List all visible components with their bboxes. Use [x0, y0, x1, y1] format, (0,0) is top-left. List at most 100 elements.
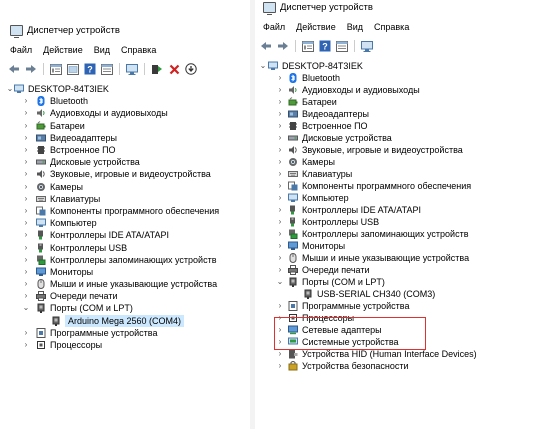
back-icon[interactable]	[259, 39, 273, 53]
menu-view[interactable]: Вид	[347, 22, 363, 32]
chevron-right-icon[interactable]: ›	[276, 144, 284, 156]
chevron-right-icon[interactable]: ›	[276, 300, 284, 312]
menu-file[interactable]: Файл	[10, 45, 32, 55]
tree-category-item[interactable]: ⌄ Порты (COM и LPT)	[0, 302, 250, 314]
chevron-right-icon[interactable]: ›	[22, 168, 30, 180]
tree-root-computer[interactable]: ⌄ DESKTOP-84T3IEK	[255, 60, 550, 72]
properties-view-icon[interactable]	[301, 39, 315, 53]
tree-category-item[interactable]: › Батареи	[255, 96, 550, 108]
chevron-right-icon[interactable]: ›	[276, 216, 284, 228]
menu-file[interactable]: Файл	[263, 22, 285, 32]
tree-category-item[interactable]: › Bluetooth	[0, 95, 250, 107]
chevron-right-icon[interactable]: ›	[276, 168, 284, 180]
tree-category-item[interactable]: › Дисковые устройства	[255, 132, 550, 144]
tree-category-item[interactable]: › Камеры	[0, 181, 250, 193]
tree-category-item[interactable]: › Встроенное ПО	[255, 120, 550, 132]
tree-category-item[interactable]: › Компоненты программного обеспечения	[0, 205, 250, 217]
help-icon[interactable]: ?	[83, 62, 97, 76]
chevron-right-icon[interactable]: ›	[276, 180, 284, 192]
chevron-right-icon[interactable]: ›	[276, 120, 284, 132]
tree-category-item[interactable]: › Контроллеры USB	[255, 216, 550, 228]
chevron-right-icon[interactable]: ›	[22, 205, 30, 217]
scan-hardware-icon[interactable]	[125, 62, 139, 76]
tree-category-item[interactable]: › Очереди печати	[255, 264, 550, 276]
tree-category-item[interactable]: › Звуковые, игровые и видеоустройства	[255, 144, 550, 156]
tree-category-item[interactable]: › Программные устройства	[255, 300, 550, 312]
chevron-right-icon[interactable]: ›	[22, 290, 30, 302]
chevron-right-icon[interactable]: ›	[276, 204, 284, 216]
menu-action[interactable]: Действие	[43, 45, 83, 55]
chevron-right-icon[interactable]: ›	[22, 144, 30, 156]
chevron-right-icon[interactable]: ›	[22, 156, 30, 168]
chevron-right-icon[interactable]: ›	[22, 229, 30, 241]
chevron-right-icon[interactable]: ›	[22, 95, 30, 107]
tree-category-item[interactable]: › Дисковые устройства	[0, 156, 250, 168]
list-view-icon[interactable]	[66, 62, 80, 76]
forward-icon[interactable]	[276, 39, 290, 53]
tree-category-item[interactable]: › Клавиатуры	[0, 193, 250, 205]
chevron-right-icon[interactable]: ›	[276, 360, 284, 372]
chevron-right-icon[interactable]: ›	[22, 254, 30, 266]
tree-device-item[interactable]: USB-SERIAL CH340 (COM3)	[255, 288, 550, 300]
tree-category-item[interactable]: › Контроллеры запоминающих устройств	[255, 228, 550, 240]
tree-root-computer[interactable]: ⌄ DESKTOP-84T3IEK	[0, 83, 250, 95]
tree-category-item[interactable]: › Устройства безопасности	[255, 360, 550, 372]
chevron-right-icon[interactable]: ›	[276, 240, 284, 252]
tree-category-item[interactable]: › Контроллеры USB	[0, 241, 250, 253]
resources-view-icon[interactable]	[100, 62, 114, 76]
chevron-right-icon[interactable]: ›	[22, 132, 30, 144]
tree-category-item[interactable]: › Клавиатуры	[255, 168, 550, 180]
menu-view[interactable]: Вид	[94, 45, 110, 55]
chevron-right-icon[interactable]: ›	[22, 120, 30, 132]
menu-action[interactable]: Действие	[296, 22, 336, 32]
tree-category-item[interactable]: › Контроллеры IDE ATA/ATAPI	[255, 204, 550, 216]
tree-category-item[interactable]: › Компоненты программного обеспечения	[255, 180, 550, 192]
chevron-right-icon[interactable]: ›	[276, 228, 284, 240]
scan-hardware-icon[interactable]	[360, 39, 374, 53]
chevron-down-icon[interactable]: ⌄	[22, 302, 30, 314]
chevron-right-icon[interactable]: ›	[22, 266, 30, 278]
chevron-right-icon[interactable]: ›	[276, 156, 284, 168]
resources-view-icon[interactable]	[335, 39, 349, 53]
menu-help[interactable]: Справка	[374, 22, 409, 32]
properties-view-icon[interactable]	[49, 62, 63, 76]
chevron-right-icon[interactable]: ›	[276, 72, 284, 84]
tree-category-item[interactable]: › Мыши и иные указывающие устройства	[255, 252, 550, 264]
chevron-right-icon[interactable]: ›	[276, 96, 284, 108]
tree-category-item[interactable]: › Видеоадаптеры	[255, 108, 550, 120]
chevron-right-icon[interactable]: ›	[22, 217, 30, 229]
chevron-right-icon[interactable]: ›	[22, 242, 30, 254]
tree-category-item[interactable]: ⌄ Порты (COM и LPT)	[255, 276, 550, 288]
chevron-down-icon[interactable]: ⌄	[259, 60, 267, 72]
back-icon[interactable]	[7, 62, 21, 76]
uninstall-icon[interactable]	[167, 62, 181, 76]
tree-category-item[interactable]: › Батареи	[0, 120, 250, 132]
tree-category-item[interactable]: › Аудиовходы и аудиовыходы	[0, 107, 250, 119]
chevron-right-icon[interactable]: ›	[276, 132, 284, 144]
chevron-right-icon[interactable]: ›	[276, 108, 284, 120]
tree-category-item[interactable]: › Звуковые, игровые и видеоустройства	[0, 168, 250, 180]
tree-category-item[interactable]: › Bluetooth	[255, 72, 550, 84]
tree-category-item[interactable]: › Видеоадаптеры	[0, 132, 250, 144]
tree-category-item[interactable]: › Встроенное ПО	[0, 144, 250, 156]
tree-category-item[interactable]: › Процессоры	[0, 339, 250, 351]
menu-help[interactable]: Справка	[121, 45, 156, 55]
chevron-right-icon[interactable]: ›	[276, 264, 284, 276]
tree-category-item[interactable]: › Программные устройства	[0, 327, 250, 339]
chevron-right-icon[interactable]: ›	[276, 84, 284, 96]
help-icon[interactable]: ?	[318, 39, 332, 53]
tree-category-item[interactable]: › Очереди печати	[0, 290, 250, 302]
chevron-right-icon[interactable]: ›	[22, 278, 30, 290]
tree-category-item[interactable]: › Контроллеры IDE ATA/ATAPI	[0, 229, 250, 241]
chevron-right-icon[interactable]: ›	[22, 107, 30, 119]
tree-category-item[interactable]: › Компьютер	[255, 192, 550, 204]
tree-category-item[interactable]: › Мыши и иные указывающие устройства	[0, 278, 250, 290]
tree-category-item[interactable]: › Камеры	[255, 156, 550, 168]
update-driver-icon[interactable]	[150, 62, 164, 76]
chevron-right-icon[interactable]: ›	[276, 252, 284, 264]
chevron-right-icon[interactable]: ›	[22, 339, 30, 351]
chevron-right-icon[interactable]: ›	[276, 192, 284, 204]
chevron-down-icon[interactable]: ⌄	[6, 83, 14, 95]
tree-category-item[interactable]: › Аудиовходы и аудиовыходы	[255, 84, 550, 96]
chevron-right-icon[interactable]: ›	[22, 193, 30, 205]
